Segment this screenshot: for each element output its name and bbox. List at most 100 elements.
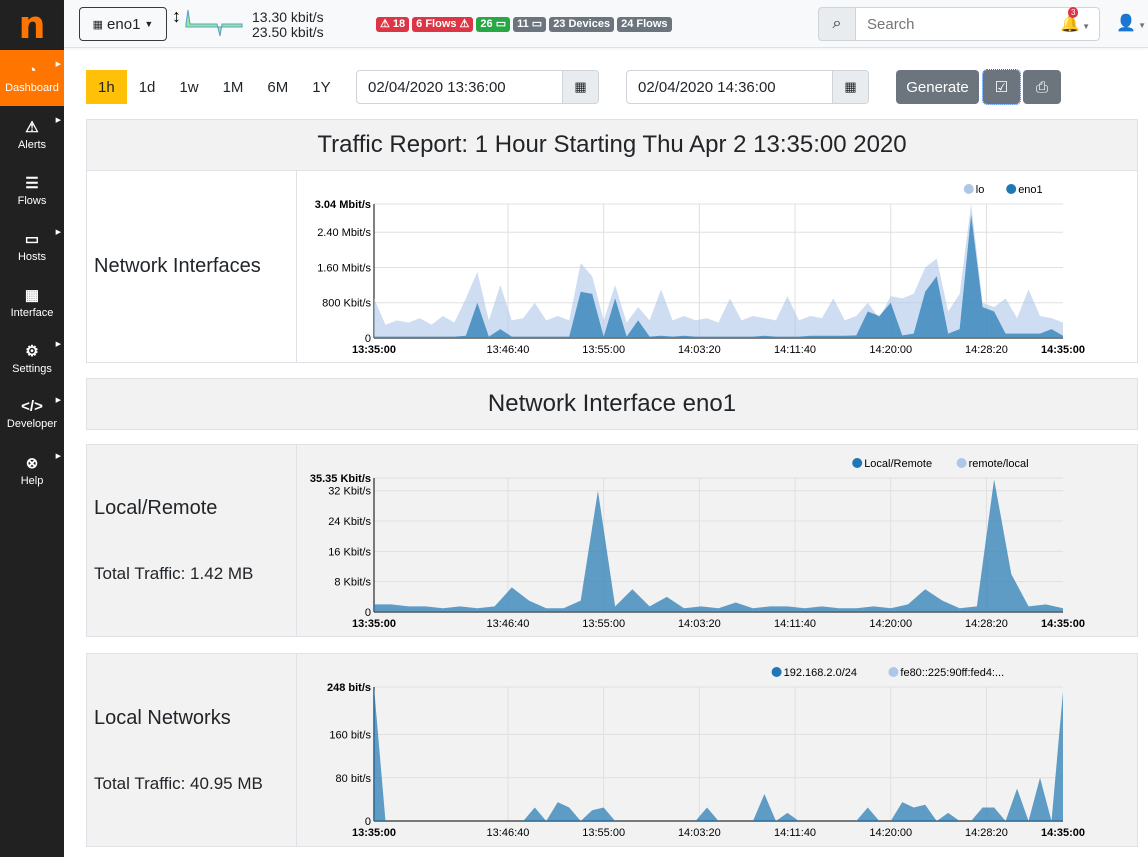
y-tick-label: 32 Kbit/s	[328, 486, 371, 498]
range-button-1h[interactable]: 1h	[86, 70, 127, 104]
select-button[interactable]: ☑	[982, 69, 1021, 105]
up-down-arrows-icon: ↕	[172, 6, 181, 26]
sidebar-item-flows[interactable]: ☰ Flows	[0, 162, 64, 218]
range-button-1d[interactable]: 1d	[127, 70, 168, 104]
y-tick-label: 160 bit/s	[329, 730, 371, 742]
status-badge[interactable]: 26 ▭	[476, 17, 511, 32]
calendar-icon[interactable]: ▦	[562, 71, 598, 103]
y-tick-label: 0	[365, 816, 371, 828]
range-button-1w[interactable]: 1w	[167, 70, 210, 104]
legend-swatch	[852, 458, 863, 468]
y-tick-label: 3.04 Mbit/s	[315, 199, 371, 211]
sidebar-item-label: Dashboard	[5, 82, 59, 94]
y-tick-label: 35.35 Kbit/s	[310, 473, 371, 485]
caret-right-icon: ▶	[55, 397, 61, 404]
y-tick-label: 248 bit/s	[327, 682, 371, 694]
top-navbar: ▦ eno1 ▼ ↕ 13.30 kbit/s 23.50 kbit/s ⚠ 1…	[64, 0, 1148, 48]
notifications-button[interactable]: 🔔 3 ▼	[1060, 7, 1090, 34]
legend-swatch	[771, 667, 782, 677]
legend-swatch	[956, 458, 967, 468]
legend-label: Local/Remote	[864, 458, 932, 470]
traffic-sparkline: ↕	[172, 6, 243, 37]
legend-label: fe80::225:90ff:fed4:...	[900, 667, 1004, 679]
legend-label: 192.168.2.0/24	[784, 667, 857, 679]
x-tick-label: 14:20:00	[869, 827, 912, 839]
sidebar-item-label: Developer	[6, 418, 58, 430]
x-tick-label: 13:46:40	[487, 344, 530, 356]
sidebar-item-label: Alerts	[17, 138, 47, 151]
x-tick-label: 14:11:40	[774, 827, 816, 839]
total-traffic: Total Traffic: 40.95 MB	[94, 773, 263, 793]
network-interfaces-chart: 13:35:00 13:46:40 13:55:00 14:03:20 14:11:40…	[315, 184, 1085, 356]
report-row-local-remote: Local/Remote Total Traffic: 1.42 MB 13:35…	[86, 444, 1138, 637]
sidebar-item-help[interactable]: ⊗ Help ▶	[0, 442, 64, 498]
range-button-1Y[interactable]: 1Y	[300, 70, 342, 104]
end-date-field[interactable]: 02/04/2020 14:36:00 ▦	[626, 70, 869, 104]
caret-right-icon: ▶	[55, 61, 61, 68]
x-tick-label: 13:35:00	[352, 827, 396, 839]
caret-right-icon: ▶	[55, 341, 61, 348]
user-menu[interactable]: 👤 ▼	[1116, 13, 1146, 33]
x-tick-label: 14:11:40	[774, 618, 816, 630]
time-range-selector: 1h 1d 1w 1M 6M 1Y	[86, 70, 343, 104]
series-area-192-168-2-0-24	[374, 687, 1063, 821]
ethernet-icon: ▦	[24, 286, 40, 304]
x-tick-label: 14:28:20	[965, 618, 1008, 630]
range-button-1M[interactable]: 1M	[211, 70, 256, 104]
calendar-icon[interactable]: ▦	[832, 71, 868, 103]
report-row-local-networks: Local Networks Total Traffic: 40.95 MB 13…	[86, 653, 1138, 847]
x-tick-label: 14:35:00	[1041, 827, 1085, 839]
x-tick-label: 14:20:00	[869, 344, 912, 356]
search-icon[interactable]: ⌕	[818, 7, 856, 41]
x-tick-label: 13:46:40	[487, 618, 530, 630]
end-date-value[interactable]: 02/04/2020 14:36:00	[627, 71, 832, 103]
status-badge[interactable]: 23 Devices	[549, 17, 615, 32]
x-tick-label: 13:55:00	[582, 344, 625, 356]
print-icon: ⎙	[1035, 78, 1048, 96]
y-tick-label: 16 Kbit/s	[328, 546, 371, 558]
generate-button[interactable]: Generate	[896, 70, 979, 104]
sidebar-item-interface[interactable]: ▦ Interface	[0, 274, 64, 330]
sidebar-item-hosts[interactable]: ▭ Hosts ▶	[0, 218, 64, 274]
laptop-icon: ▭	[24, 230, 40, 248]
row-label: Local/Remote	[94, 497, 218, 519]
sidebar-item-settings[interactable]: ⚙ Settings ▶	[0, 330, 64, 386]
warning-icon: ⚠	[25, 118, 39, 136]
chevron-down-icon: ▼	[144, 19, 154, 29]
ethernet-icon: ▦	[92, 18, 104, 31]
download-rate: 23.50 kbit/s	[252, 24, 324, 40]
report-title: Traffic Report: 1 Hour Starting Thu Apr …	[86, 119, 1138, 171]
caret-right-icon: ▶	[55, 117, 61, 124]
code-icon: </>	[21, 398, 43, 415]
legend-label: lo	[976, 184, 985, 196]
sidebar-item-label: Settings	[12, 362, 52, 375]
interface-selector[interactable]: ▦ eno1 ▼	[79, 7, 167, 41]
sidebar-item-dashboard[interactable]: ◔ Dashboard ▶	[0, 50, 64, 106]
status-badge[interactable]: 24 Flows	[617, 17, 672, 32]
x-tick-label: 13:55:00	[582, 827, 625, 839]
status-badge[interactable]: 6 Flows ⚠	[412, 17, 474, 32]
range-button-6M[interactable]: 6M	[255, 70, 300, 104]
print-button[interactable]: ⎙	[1023, 70, 1061, 104]
report-row-interfaces: Network Interfaces 13:35:00 13:46:40 13:55…	[86, 170, 1138, 363]
legend-swatch	[1006, 184, 1017, 194]
start-date-field[interactable]: 02/04/2020 13:36:00 ▦	[356, 70, 599, 104]
x-tick-label: 14:03:20	[678, 344, 721, 356]
x-tick-label: 14:35:00	[1041, 618, 1085, 630]
status-badge[interactable]: 11 ▭	[513, 17, 547, 32]
y-tick-label: 0	[365, 333, 371, 345]
start-date-value[interactable]: 02/04/2020 13:36:00	[357, 71, 562, 103]
sidebar-item-alerts[interactable]: ⚠ Alerts ▶	[0, 106, 64, 162]
interface-name: eno1	[107, 15, 141, 33]
y-tick-label: 2.40 Mbit/s	[317, 227, 371, 239]
row-label: Local Networks	[94, 706, 231, 729]
ntopng-logo[interactable]: n	[0, 0, 64, 50]
sidebar-item-label: Interface	[10, 306, 54, 319]
x-tick-label: 13:35:00	[352, 618, 396, 630]
sidebar-item-developer[interactable]: </> Developer ▶	[0, 386, 64, 442]
y-tick-label: 1.60 Mbit/s	[317, 262, 371, 274]
status-badge[interactable]: ⚠ 18	[376, 17, 410, 32]
x-tick-label: 14:20:00	[869, 618, 912, 630]
x-tick-label: 14:28:20	[965, 827, 1008, 839]
y-tick-label: 8 Kbit/s	[334, 577, 371, 589]
